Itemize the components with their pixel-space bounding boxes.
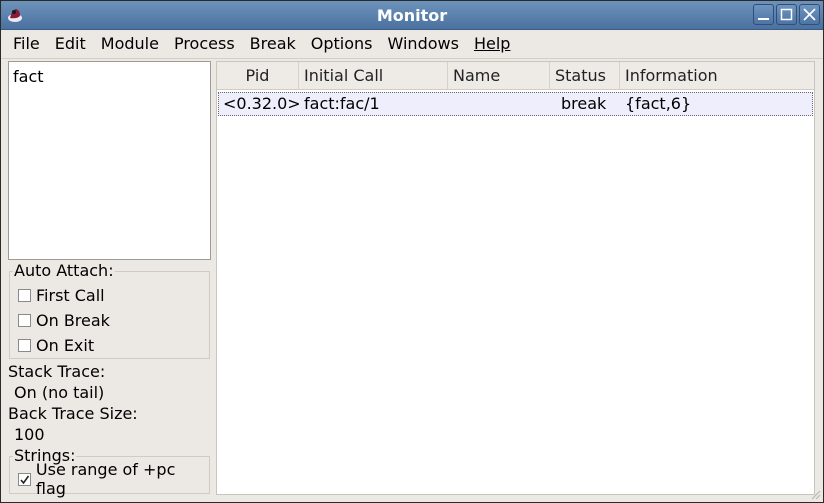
column-header-information[interactable]: Information (620, 62, 814, 90)
close-button[interactable] (799, 4, 820, 25)
on-break-checkbox[interactable]: On Break (18, 310, 110, 330)
menu-break[interactable]: Break (242, 31, 304, 57)
on-break-label: On Break (36, 310, 110, 330)
menu-file[interactable]: File (5, 31, 48, 57)
cell-information: {fact,6} (625, 94, 692, 113)
checkbox-box (18, 338, 31, 352)
auto-attach-group: Auto Attach: First Call On Break On Exit (9, 262, 210, 359)
first-call-checkbox[interactable]: First Call (18, 285, 105, 305)
menu-module[interactable]: Module (93, 31, 167, 57)
menu-separator (1, 58, 823, 59)
menu-windows[interactable]: Windows (380, 31, 467, 57)
table-header: Pid Initial Call Name Status Information (217, 62, 814, 90)
column-header-pid[interactable]: Pid (217, 62, 299, 90)
window-title: Monitor (376, 6, 448, 25)
checkbox-box (18, 472, 31, 486)
module-list-item[interactable]: fact (13, 67, 206, 86)
use-range-pc-checkbox[interactable]: Use range of +pc flag (18, 460, 209, 498)
table-row[interactable]: <0.32.0> fact:fac/1 break {fact,6} (218, 92, 813, 116)
menu-help[interactable]: Help (466, 31, 518, 57)
cell-status: break (561, 94, 607, 113)
minimize-icon (758, 18, 769, 20)
cell-pid: <0.32.0> (223, 94, 301, 113)
maximize-icon (780, 8, 793, 21)
on-exit-label: On Exit (36, 335, 95, 355)
stack-trace-value[interactable]: On (no tail) (14, 383, 104, 403)
use-range-pc-label: Use range of +pc flag (35, 460, 176, 498)
menu-options[interactable]: Options (303, 31, 381, 57)
close-icon (803, 8, 816, 21)
strings-group: Strings: Use range of +pc flag (9, 447, 210, 498)
auto-attach-label: Auto Attach: (13, 261, 115, 280)
cell-name (449, 93, 557, 115)
stack-trace-label: Stack Trace: (8, 362, 106, 381)
menu-bar: File Edit Module Process Break Options W… (1, 30, 823, 58)
checkbox-box (18, 313, 31, 327)
column-header-name[interactable]: Name (448, 62, 550, 90)
title-bar[interactable]: Monitor (1, 1, 823, 30)
column-header-initial-call[interactable]: Initial Call (299, 62, 448, 90)
minimize-button[interactable] (753, 4, 774, 25)
cell-initial-call: fact:fac/1 (304, 94, 380, 113)
column-header-status[interactable]: Status (550, 62, 620, 90)
resize-grip-icon[interactable] (811, 490, 821, 500)
menu-edit[interactable]: Edit (47, 31, 94, 57)
maximize-button[interactable] (776, 4, 797, 25)
on-exit-checkbox[interactable]: On Exit (18, 335, 94, 355)
module-list[interactable]: fact (8, 61, 211, 260)
monitor-window: Monitor File Edit Module Process Break O… (0, 0, 824, 503)
process-table: Pid Initial Call Name Status Information… (216, 61, 815, 495)
back-trace-label: Back Trace Size: (8, 404, 138, 423)
checkmark-icon (20, 475, 30, 484)
back-trace-value[interactable]: 100 (14, 425, 45, 445)
first-call-label: First Call (36, 285, 105, 305)
checkbox-box (18, 288, 31, 302)
menu-process[interactable]: Process (166, 31, 243, 57)
